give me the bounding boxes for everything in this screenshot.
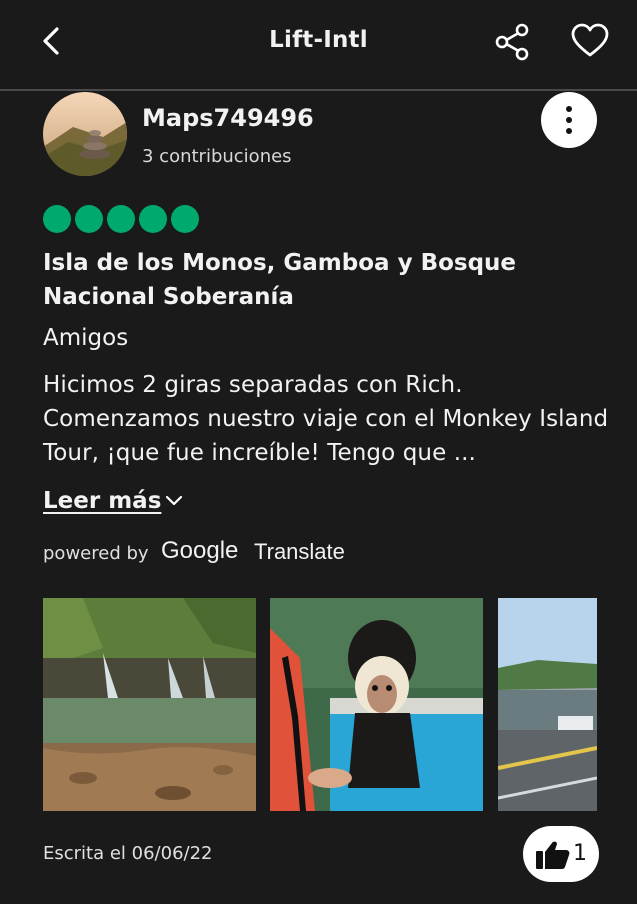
rating-bubbles xyxy=(43,205,199,234)
google-logo: Google xyxy=(161,537,239,564)
trip-type: Amigos xyxy=(43,325,129,351)
rating-bubble-icon xyxy=(75,205,103,233)
canal-locks-photo[interactable] xyxy=(498,598,597,811)
translate-label: Translate xyxy=(254,539,345,564)
top-bar: Lift-Intl xyxy=(0,0,637,91)
share-icon[interactable] xyxy=(493,22,531,62)
contributions-count: 3 contribuciones xyxy=(142,146,292,167)
more-options-button[interactable] xyxy=(541,92,597,148)
review-text: Hicimos 2 giras separadas con Rich. Come… xyxy=(43,372,609,466)
rating-bubble-icon xyxy=(43,205,71,233)
rating-bubble-icon xyxy=(139,205,167,233)
heart-icon[interactable] xyxy=(570,22,610,60)
waterfall-photo[interactable] xyxy=(43,598,256,811)
avatar[interactable] xyxy=(43,92,127,176)
read-more-link[interactable]: Leer más xyxy=(43,488,161,514)
rating-bubble-icon xyxy=(107,205,135,233)
written-date: Escrita el 06/06/22 xyxy=(43,843,213,864)
helpful-vote-button[interactable]: 1 xyxy=(523,826,599,882)
review-title: Isla de los Monos, Gamboa y Bosque Nacio… xyxy=(43,250,517,310)
chevron-down-icon[interactable] xyxy=(164,493,184,509)
rating-bubble-icon xyxy=(171,205,199,233)
capuchin-monkey-photo[interactable] xyxy=(270,598,483,811)
like-count: 1 xyxy=(573,841,587,866)
powered-by-label: powered by xyxy=(43,543,149,564)
reviewer-username[interactable]: Maps749496 xyxy=(142,104,314,132)
page-title: Lift-Intl xyxy=(269,27,368,53)
thumbs-up-icon xyxy=(536,841,570,869)
